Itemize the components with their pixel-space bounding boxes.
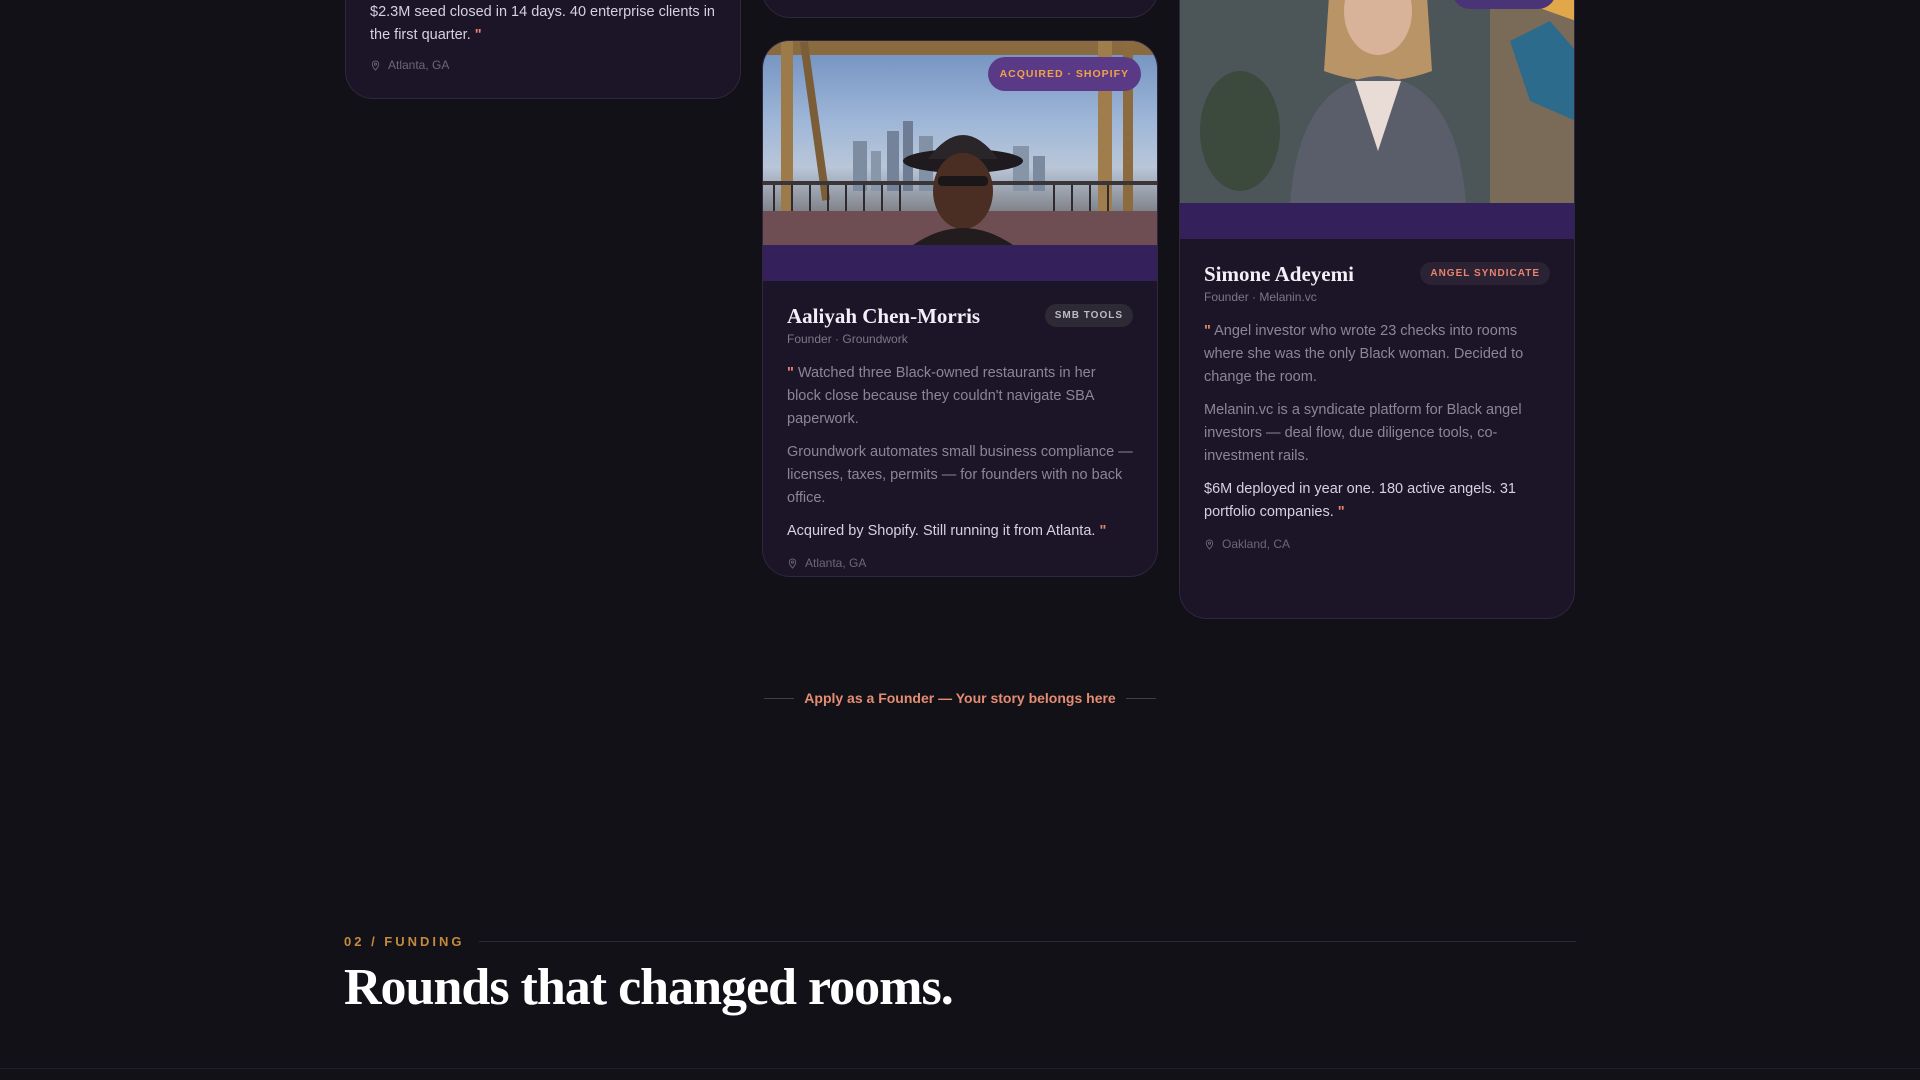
acquired-badge: ACQUIRED · SHOPIFY: [987, 57, 1141, 91]
founder-role: Founder · Melanin.vc: [1204, 290, 1317, 304]
company-description: Groundwork automates small business comp…: [787, 444, 1133, 506]
founder-header: Aaliyah Chen-Morris Founder · Groundwork…: [787, 304, 1133, 346]
founder-photo: ACQUIRED · SHOPIFY: [763, 41, 1157, 245]
category-tag: ANGEL SYNDICATE: [1420, 262, 1550, 285]
founder-card-left[interactable]: $2.3M seed closed in 14 days. 40 enterpr…: [345, 0, 741, 99]
card-outcome: Acquired by Shopify. Still running it fr…: [787, 523, 1107, 539]
card-location: Oakland, CA: [1204, 537, 1550, 551]
quote-close-mark: ": [1099, 523, 1107, 539]
quote-close-mark: ": [474, 27, 482, 43]
section-label: 02 / FUNDING: [344, 934, 465, 949]
founder-card-simone[interactable]: Simone Adeyemi Founder · Melanin.vc ANGE…: [1179, 0, 1575, 619]
page: $2.3M seed closed in 14 days. 40 enterpr…: [0, 0, 1920, 1080]
card-location: Atlanta, GA: [370, 58, 716, 72]
founder-name: Simone Adeyemi: [1204, 262, 1354, 286]
section-eyebrow: 02 / FUNDING: [344, 934, 1576, 949]
founder-quote: " Watched three Black-owned restaurants …: [787, 365, 1096, 427]
founder-card-aaliyah[interactable]: ACQUIRED · SHOPIFY Aaliyah Chen-Morris F…: [762, 40, 1158, 577]
company-description: Melanin.vc is a syndicate platform for B…: [1204, 402, 1522, 464]
quote-close-mark: ": [1337, 504, 1345, 520]
card-location: Atlanta, GA: [787, 556, 1133, 570]
divider: [0, 1068, 1920, 1069]
divider: [1125, 697, 1156, 699]
founder-role: Founder · Groundwork: [787, 332, 908, 346]
portrait-image: [1180, 0, 1574, 203]
photo-accent-strip: [1180, 203, 1574, 239]
divider: [478, 941, 1576, 942]
category-tag: SMB TOOLS: [1044, 304, 1133, 327]
card-outcome: $6M deployed in year one. 180 active ang…: [1204, 481, 1516, 520]
founder-card-middle-above[interactable]: [762, 0, 1158, 18]
founder-photo: [1180, 0, 1574, 203]
quote-open-mark: ": [1204, 323, 1211, 339]
founder-quote: " Angel investor who wrote 23 checks int…: [1204, 323, 1524, 385]
location-pin-icon: [788, 557, 797, 569]
apply-founder-link[interactable]: Apply as a Founder — Your story belongs …: [804, 690, 1115, 706]
founder-name: Aaliyah Chen-Morris: [787, 304, 981, 328]
divider: [764, 697, 795, 699]
section-heading: Rounds that changed rooms.: [344, 959, 954, 1016]
apply-cta: Apply as a Founder — Your story belongs …: [764, 690, 1156, 706]
founder-header: Simone Adeyemi Founder · Melanin.vc ANGE…: [1204, 262, 1550, 304]
photo-accent-strip: [763, 245, 1157, 281]
location-pin-icon: [371, 59, 380, 71]
quote-open-mark: ": [787, 365, 794, 381]
card-outcome: $2.3M seed closed in 14 days. 40 enterpr…: [370, 4, 715, 43]
photo-badge: [1452, 0, 1556, 9]
location-pin-icon: [1205, 538, 1214, 550]
